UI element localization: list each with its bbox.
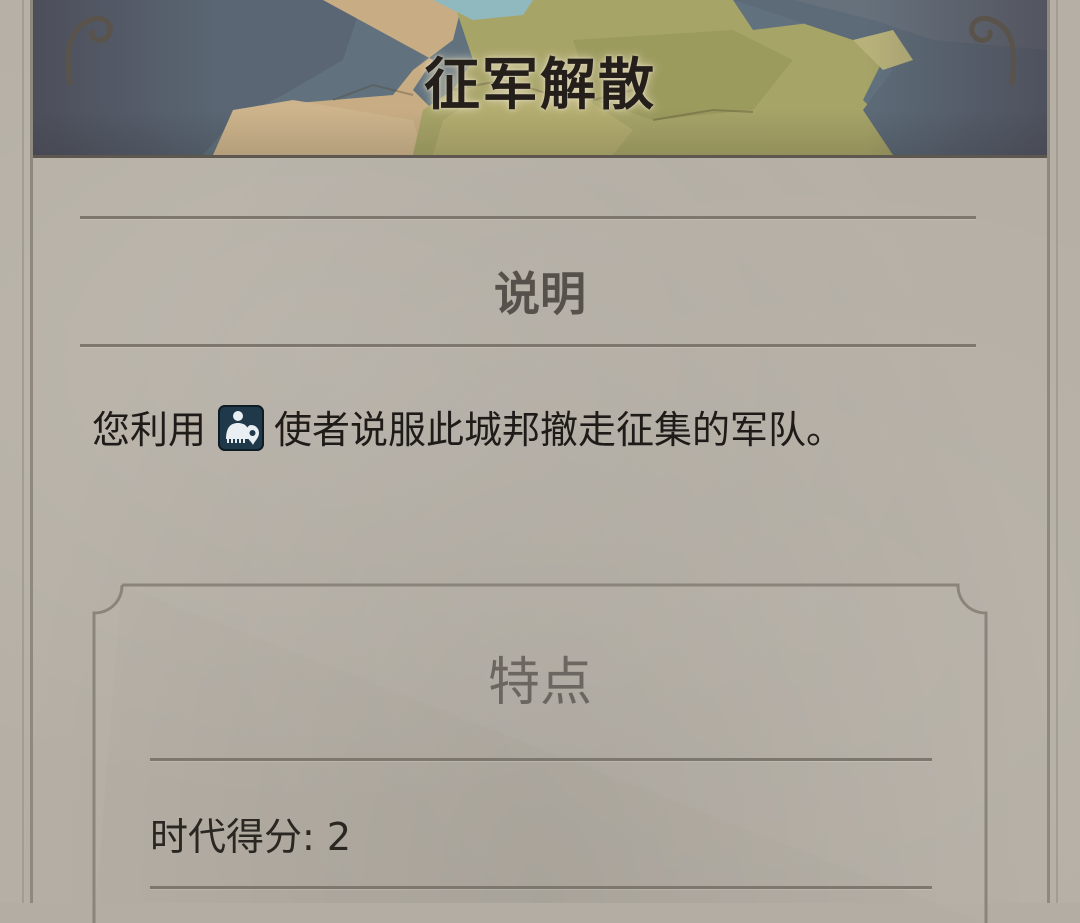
frame-line: [22, 0, 24, 903]
features-heading: 特点: [487, 653, 592, 713]
era-score-value: 2: [326, 815, 352, 859]
description-heading: 说明: [494, 267, 586, 321]
description-text: 您利用 使者说服此城邦撤走征集的军队。: [92, 398, 952, 462]
divider: [150, 886, 932, 889]
description-text-after-icon: 使者说服此城邦撤走征集的军队。: [274, 408, 845, 452]
envoy-icon: [218, 405, 265, 451]
divider: [150, 758, 932, 761]
corner-ornament-right: [969, 16, 1017, 86]
page-title: 征军解散: [424, 53, 656, 118]
divider: [80, 216, 976, 219]
corner-ornament-left: [65, 16, 113, 86]
frame-line: [1047, 0, 1050, 903]
frame-line: [1056, 0, 1058, 903]
era-score-label: 时代得分:: [150, 815, 315, 859]
header-banner: 征军解散: [33, 0, 1047, 158]
divider: [80, 344, 976, 347]
features-panel: [92, 583, 988, 923]
era-score-line: 时代得分: 2: [150, 806, 351, 861]
description-text-before-icon: 您利用: [92, 408, 207, 452]
